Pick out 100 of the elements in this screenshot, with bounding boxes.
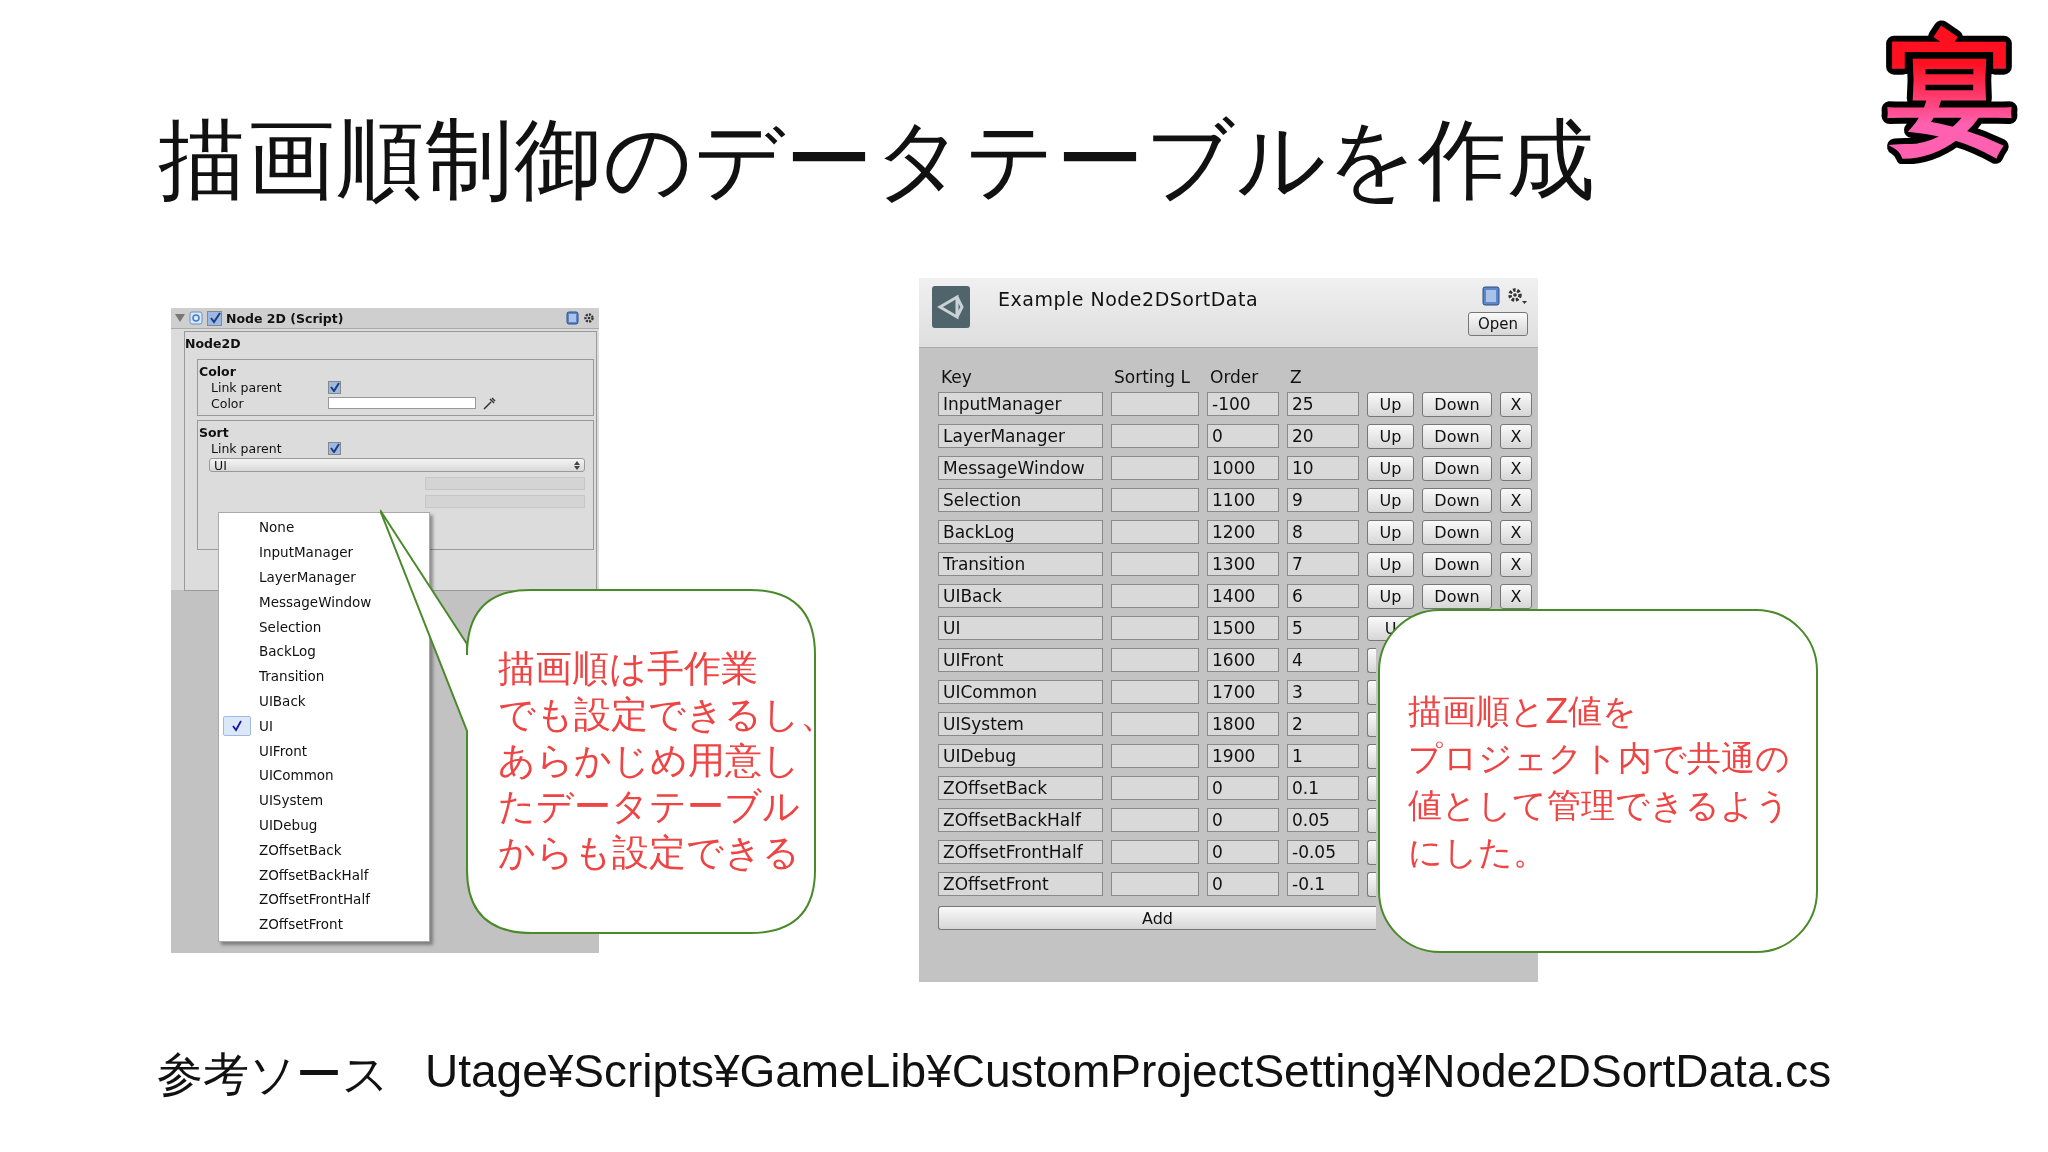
key-field[interactable]: UICommon [938,680,1103,704]
key-field[interactable]: Transition [938,552,1103,576]
key-field[interactable]: UIBack [938,584,1103,608]
key-field[interactable]: Selection [938,488,1103,512]
down-button[interactable]: Down [1422,487,1492,513]
order-field[interactable]: 1200 [1207,520,1279,544]
order-field[interactable]: 1000 [1207,456,1279,480]
menu-item[interactable]: UICommon [219,762,340,788]
layer-dropdown[interactable]: UI [209,458,585,472]
z-field[interactable]: 9 [1287,488,1359,512]
down-button[interactable]: Down [1422,391,1492,417]
menu-item[interactable]: None [219,515,301,540]
z-field[interactable]: 0.1 [1287,776,1359,800]
triangle-icon[interactable] [175,313,185,323]
z-field[interactable]: 7 [1287,552,1359,576]
link-parent-checkbox[interactable] [328,380,341,394]
sorting-layer-field[interactable] [1111,648,1199,672]
sorting-layer-field[interactable] [1111,488,1199,512]
sorting-layer-field[interactable] [1111,552,1199,576]
z-field[interactable]: 8 [1287,520,1359,544]
menu-item[interactable]: UI [219,713,279,739]
up-button[interactable] [1367,647,1376,673]
menu-item[interactable]: UISystem [219,787,330,813]
remove-button[interactable]: X [1500,423,1532,449]
order-field[interactable]: 1700 [1207,680,1279,704]
menu-item[interactable]: Selection [219,614,328,639]
z-field[interactable]: 2 [1287,712,1359,736]
menu-item[interactable]: LayerManager [219,564,362,590]
up-button[interactable] [1367,775,1376,801]
gear-icon[interactable] [1506,286,1528,306]
key-field[interactable]: InputManager [938,392,1103,416]
remove-button[interactable]: X [1500,487,1532,513]
key-field[interactable]: ZOffsetFront [938,872,1103,896]
order-field[interactable]: 1500 [1207,616,1279,640]
sorting-layer-field[interactable] [1111,520,1199,544]
menu-item[interactable]: UIFront [219,738,313,763]
sorting-layer-field[interactable] [1111,680,1199,704]
order-field[interactable]: -100 [1207,392,1279,416]
eyedropper-icon[interactable] [482,396,496,410]
remove-button[interactable]: X [1500,551,1532,577]
down-button[interactable]: Down [1422,423,1492,449]
key-field[interactable]: ZOffsetFrontHalf [938,840,1103,864]
order-field[interactable]: 0 [1207,872,1279,896]
color-field[interactable] [328,397,476,409]
z-field[interactable]: 10 [1287,456,1359,480]
sorting-layer-field[interactable] [1111,872,1199,896]
menu-item[interactable]: UIBack [219,688,312,714]
sorting-layer-field[interactable] [1111,776,1199,800]
menu-item[interactable]: ZOffsetBack [219,837,348,863]
z-field[interactable]: 3 [1287,680,1359,704]
order-field[interactable]: 0 [1207,424,1279,448]
down-button[interactable]: Down [1422,519,1492,545]
order-field[interactable]: 1600 [1207,648,1279,672]
up-button[interactable]: Up [1367,487,1414,513]
z-field[interactable]: -0.05 [1287,840,1359,864]
menu-item[interactable]: ZOffsetBackHalf [219,862,375,887]
sorting-layer-field[interactable] [1111,616,1199,640]
up-button[interactable]: Up [1367,423,1414,449]
up-button[interactable] [1367,807,1376,833]
sorting-layer-field[interactable] [1111,392,1199,416]
z-field[interactable]: 0.05 [1287,808,1359,832]
up-button[interactable] [1367,711,1376,737]
key-field[interactable]: UIDebug [938,744,1103,768]
remove-button[interactable]: X [1500,583,1532,609]
menu-item[interactable]: ZOffsetFront [219,911,349,937]
order-field[interactable]: 0 [1207,808,1279,832]
key-field[interactable]: ZOffsetBack [938,776,1103,800]
order-field[interactable]: 1100 [1207,488,1279,512]
menu-item[interactable]: MessageWindow [219,589,378,615]
menu-item[interactable]: InputManager [219,539,360,565]
menu-item[interactable]: Transition [219,663,331,689]
key-field[interactable]: UISystem [938,712,1103,736]
sorting-layer-field[interactable] [1111,456,1199,480]
key-field[interactable]: BackLog [938,520,1103,544]
help-icon[interactable] [566,311,579,325]
order-field[interactable]: 1400 [1207,584,1279,608]
key-field[interactable]: UIFront [938,648,1103,672]
down-button[interactable]: Down [1422,551,1492,577]
z-field[interactable]: -0.1 [1287,872,1359,896]
key-field[interactable]: UI [938,616,1103,640]
sorting-layer-field[interactable] [1111,424,1199,448]
gear-icon[interactable] [583,312,595,324]
down-button[interactable]: Down [1422,455,1492,481]
link-parent-checkbox[interactable] [328,441,341,455]
up-button[interactable]: Up [1367,551,1414,577]
up-button[interactable]: Up [1367,391,1414,417]
up-button[interactable] [1367,839,1376,865]
menu-item[interactable]: ZOffsetFrontHalf [219,886,376,912]
sorting-layer-field[interactable] [1111,808,1199,832]
remove-button[interactable]: X [1500,455,1532,481]
sorting-layer-field[interactable] [1111,744,1199,768]
down-button[interactable]: Down [1422,583,1492,609]
up-button[interactable] [1367,743,1376,769]
z-field[interactable]: 4 [1287,648,1359,672]
z-field[interactable]: 25 [1287,392,1359,416]
up-button[interactable]: Up [1367,583,1414,609]
order-field[interactable]: 1300 [1207,552,1279,576]
help-icon[interactable] [1482,286,1500,306]
menu-item[interactable]: UIDebug [219,812,324,838]
remove-button[interactable]: X [1500,391,1532,417]
